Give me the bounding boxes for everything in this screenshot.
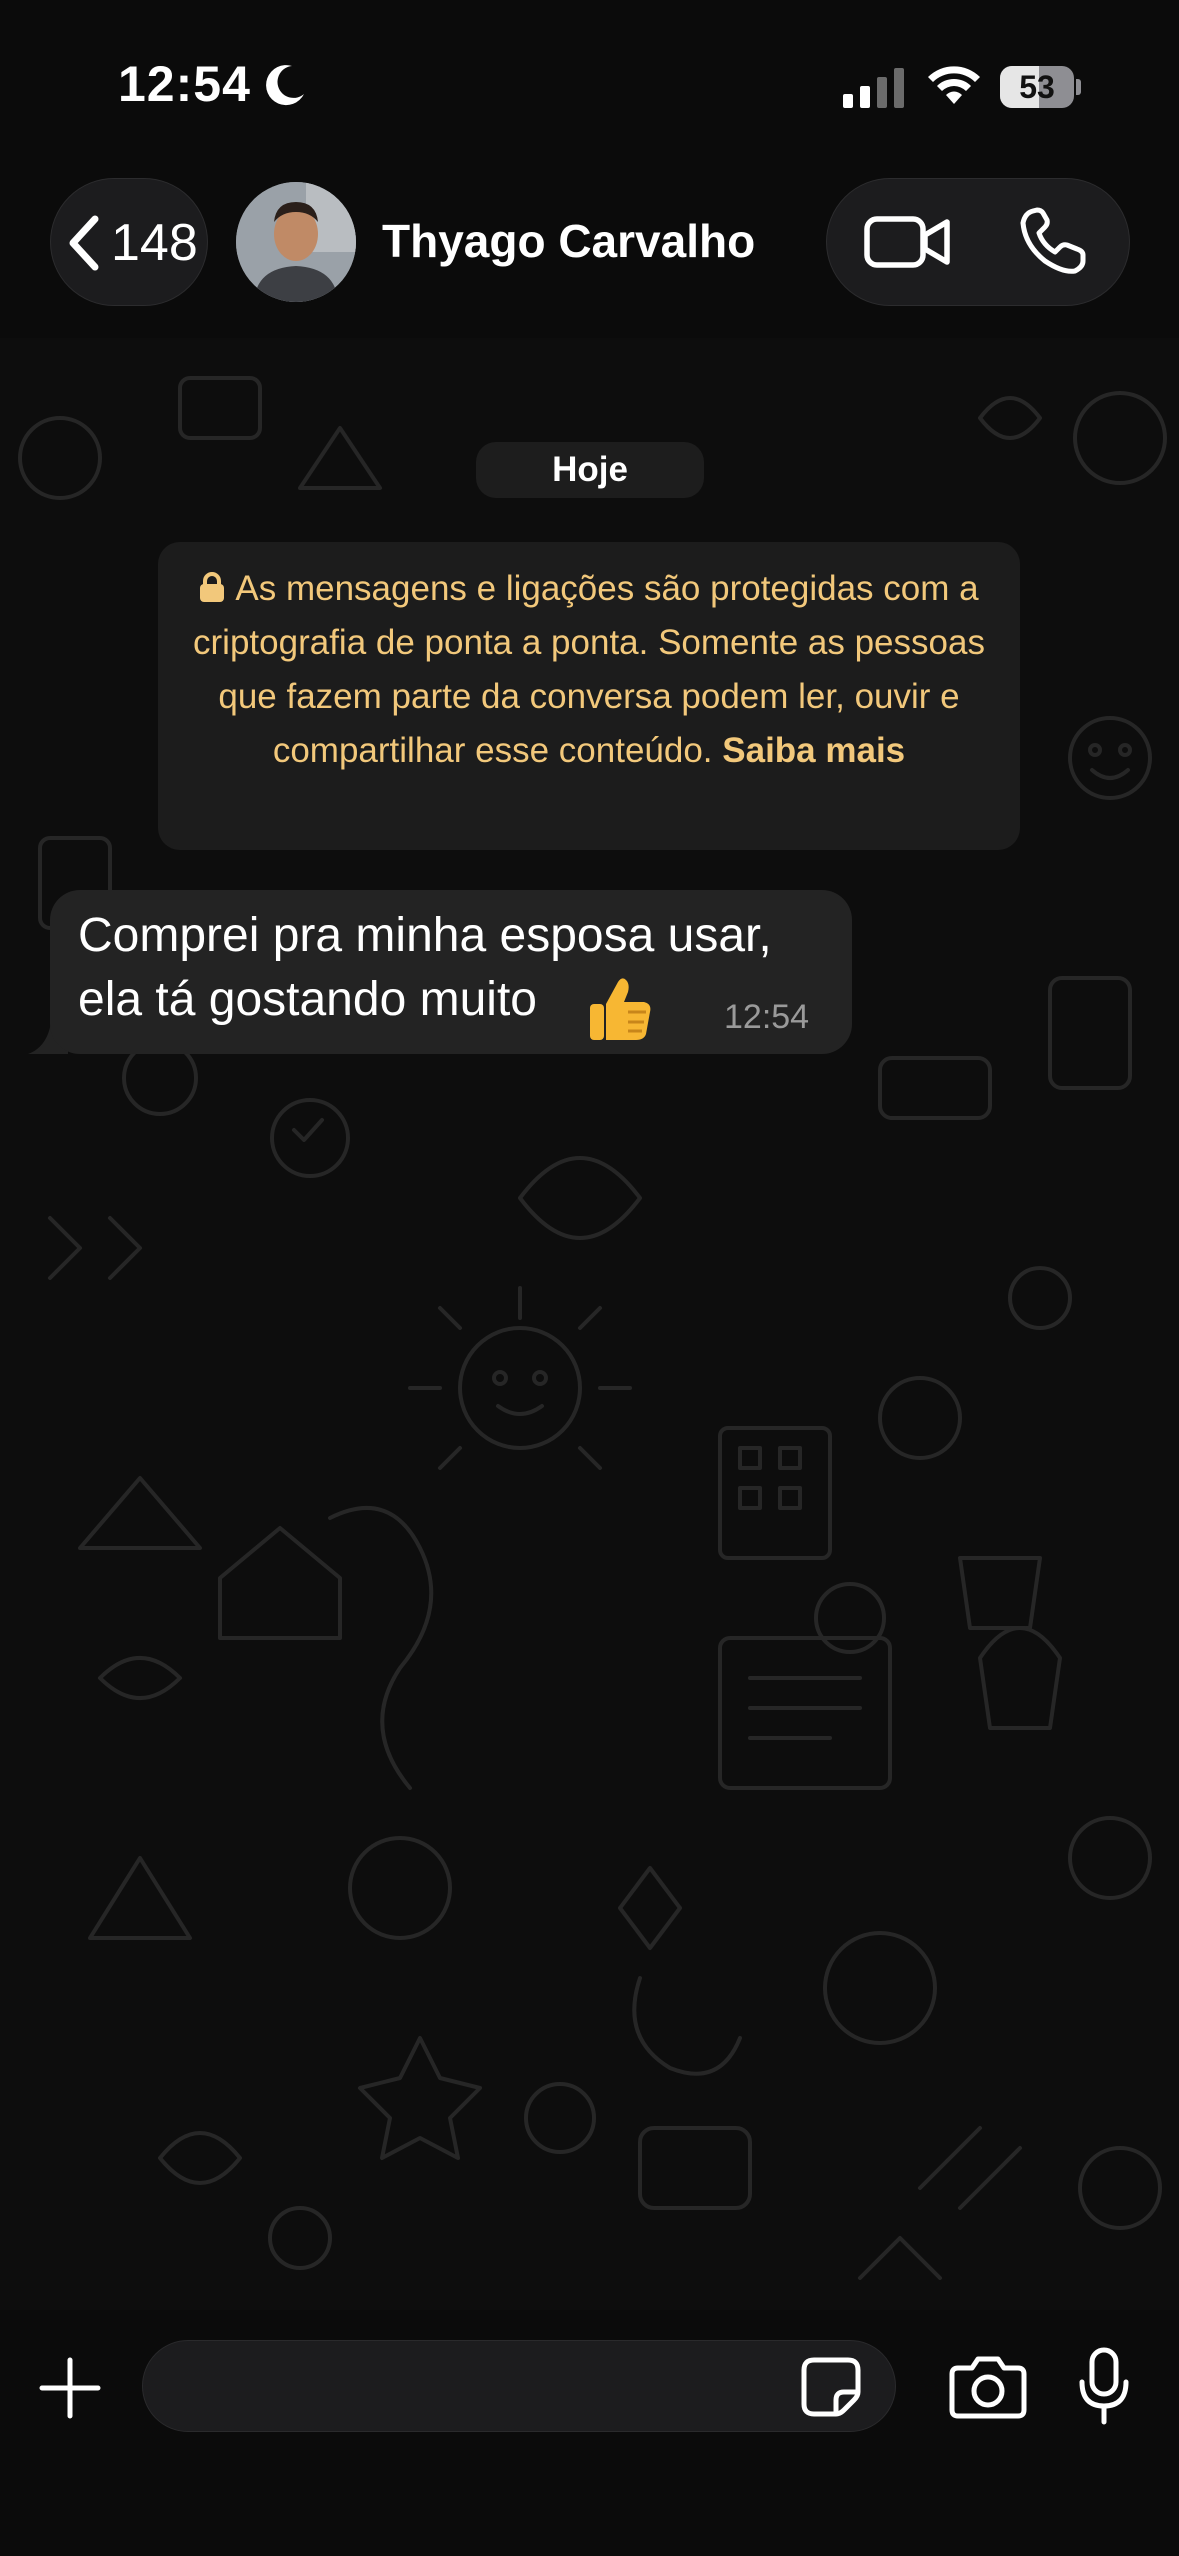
back-button[interactable]: 148 <box>50 178 208 306</box>
chat-area[interactable]: Hoje As mensagens e ligações são protegi… <box>0 338 1179 2310</box>
wifi-icon <box>928 66 980 104</box>
phone-call-icon[interactable] <box>1017 205 1089 277</box>
chevron-left-icon <box>69 215 99 271</box>
avatar[interactable] <box>236 182 356 302</box>
status-time: 12:54 <box>118 56 251 112</box>
status-bar: 12:54 53 <box>0 0 1179 170</box>
plus-icon[interactable] <box>36 2354 104 2422</box>
cellular-signal-icon <box>843 68 904 108</box>
lock-icon <box>200 572 225 602</box>
learn-more-link[interactable]: Saiba mais <box>722 731 905 770</box>
camera-icon[interactable] <box>948 2354 1028 2420</box>
avatar-photo <box>236 182 356 302</box>
microphone-icon[interactable] <box>1076 2346 1132 2426</box>
message-input[interactable] <box>142 2340 896 2432</box>
thumbs-up-emoji-icon <box>590 978 651 1040</box>
battery-icon: 53 <box>1000 66 1081 108</box>
encryption-notice[interactable]: As mensagens e ligações são protegidas c… <box>158 542 1020 850</box>
message-time: 12:54 <box>724 998 810 1036</box>
battery-level: 53 <box>1019 69 1055 105</box>
call-buttons <box>826 178 1130 306</box>
contact-name[interactable]: Thyago Carvalho <box>382 214 755 268</box>
date-separator: Hoje <box>476 442 704 498</box>
video-call-icon[interactable] <box>863 209 953 275</box>
message-input-bar <box>0 2310 1179 2556</box>
unread-count: 148 <box>111 214 198 272</box>
moon-icon <box>266 65 304 106</box>
incoming-message-bubble[interactable]: Comprei pra minha esposa usar, ela tá go… <box>50 890 852 1054</box>
sticker-icon[interactable] <box>800 2356 862 2418</box>
chat-header: 148 Thyago Carvalho <box>0 170 1179 338</box>
